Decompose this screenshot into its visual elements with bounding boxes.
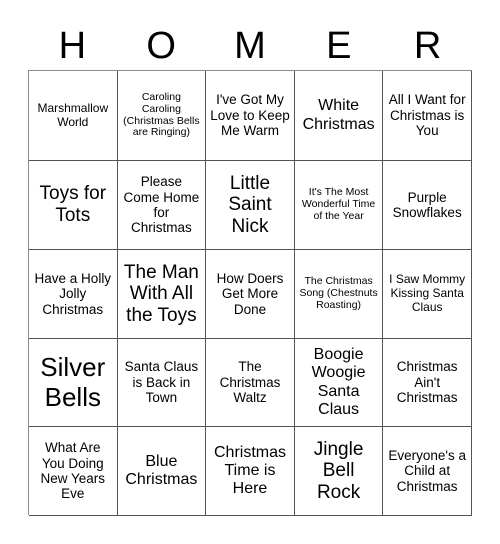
bingo-cell-label: White Christmas — [302, 97, 375, 133]
bingo-cell-r5c2[interactable]: Blue Christmas — [117, 427, 207, 516]
bingo-cell-r4c4[interactable]: Boogie Woogie Santa Claus — [294, 339, 384, 427]
header-letter-5: R — [413, 25, 442, 67]
bingo-cell-r2c4[interactable]: It's The Most Wonderful Time of the Year — [294, 161, 384, 250]
bingo-cell-r2c2[interactable]: Please Come Home for Christmas — [117, 161, 207, 250]
bingo-cell-label: Little Saint Nick — [228, 172, 272, 237]
bingo-cell-label: Have a Holly Jolly Christmas — [34, 270, 112, 317]
bingo-cell-label: The Man With All the Toys — [123, 261, 199, 326]
bingo-cell-label: Purple Snowflakes — [392, 189, 462, 220]
bingo-cell-r5c3[interactable]: Christmas Time is Here — [206, 427, 295, 516]
bingo-cell-label: Silver Bells — [40, 351, 106, 412]
bingo-cell-r1c4[interactable]: White Christmas — [294, 71, 384, 161]
bingo-cell-label: I've Got My Love to Keep Me Warm — [210, 92, 290, 139]
bingo-cell-r4c3[interactable]: The Christmas Waltz — [206, 339, 295, 427]
bingo-cell-r1c1[interactable]: Marshmallow World — [29, 71, 118, 161]
bingo-cell-label: Toys for Tots — [39, 183, 107, 226]
bingo-cell-label: It's The Most Wonderful Time of the Year — [301, 186, 376, 222]
bingo-cell-r2c1[interactable]: Toys for Tots — [29, 161, 118, 250]
bingo-cell-r5c5[interactable]: Everyone's a Child at Christmas — [383, 427, 472, 516]
bingo-cell-r3c2[interactable]: The Man With All the Toys — [117, 250, 207, 339]
bingo-cell-r1c5[interactable]: All I Want for Christmas is You — [383, 71, 472, 161]
bingo-cell-r4c1[interactable]: Silver Bells — [29, 339, 118, 427]
bingo-cell-r2c3[interactable]: Little Saint Nick — [206, 161, 295, 250]
header-letter-1: H — [58, 25, 87, 67]
bingo-cell-label: Marshmallow World — [37, 100, 109, 129]
bingo-grid: Marshmallow World Caroling Caroling (Chri… — [28, 70, 472, 516]
bingo-cell-label: Santa Claus is Back in Town — [124, 359, 199, 406]
bingo-cell-label: Boogie Woogie Santa Claus — [311, 346, 366, 418]
header-letter-3: M — [234, 25, 266, 67]
bingo-header: H O M E R — [28, 22, 472, 70]
bingo-cell-label: Jingle Bell Rock — [313, 438, 364, 503]
bingo-card: H O M E R Marshmallow World Caroling Caro… — [0, 0, 500, 544]
bingo-cell-label: The Christmas Song (Chestnuts Roasting) — [299, 275, 378, 311]
bingo-cell-r2c5[interactable]: Purple Snowflakes — [383, 161, 472, 250]
bingo-cell-label: The Christmas Waltz — [219, 359, 281, 406]
bingo-cell-r4c5[interactable]: Christmas Ain't Christmas — [383, 339, 472, 427]
bingo-cell-label: Caroling Caroling (Christmas Bells are R… — [123, 90, 200, 139]
bingo-cell-r4c2[interactable]: Santa Claus is Back in Town — [117, 339, 207, 427]
bingo-cell-r5c1[interactable]: What Are You Doing New Years Eve — [29, 427, 118, 516]
bingo-cell-label: All I Want for Christmas is You — [388, 92, 466, 139]
bingo-cell-label: I Saw Mommy Kissing Santa Claus — [389, 272, 466, 314]
bingo-cell-r3c3[interactable]: How Doers Get More Done — [206, 250, 295, 339]
bingo-cell-label: What Are You Doing New Years Eve — [40, 440, 106, 502]
bingo-cell-label: Christmas Time is Here — [213, 443, 286, 498]
bingo-cell-label: Everyone's a Child at Christmas — [388, 447, 466, 494]
header-letter-2: O — [146, 25, 176, 67]
bingo-cell-r1c2[interactable]: Caroling Caroling (Christmas Bells are R… — [117, 71, 207, 161]
bingo-cell-r3c4[interactable]: The Christmas Song (Chestnuts Roasting) — [294, 250, 384, 339]
bingo-cell-r3c1[interactable]: Have a Holly Jolly Christmas — [29, 250, 118, 339]
bingo-cell-r5c4[interactable]: Jingle Bell Rock — [294, 427, 384, 516]
bingo-cell-label: Please Come Home for Christmas — [123, 174, 200, 236]
bingo-cell-r3c5[interactable]: I Saw Mommy Kissing Santa Claus — [383, 250, 472, 339]
header-letter-4: E — [326, 25, 352, 67]
bingo-cell-label: Blue Christmas — [125, 452, 198, 488]
bingo-cell-r1c3[interactable]: I've Got My Love to Keep Me Warm — [206, 71, 295, 161]
bingo-cell-label: Christmas Ain't Christmas — [396, 359, 458, 406]
bingo-cell-label: How Doers Get More Done — [216, 270, 284, 317]
